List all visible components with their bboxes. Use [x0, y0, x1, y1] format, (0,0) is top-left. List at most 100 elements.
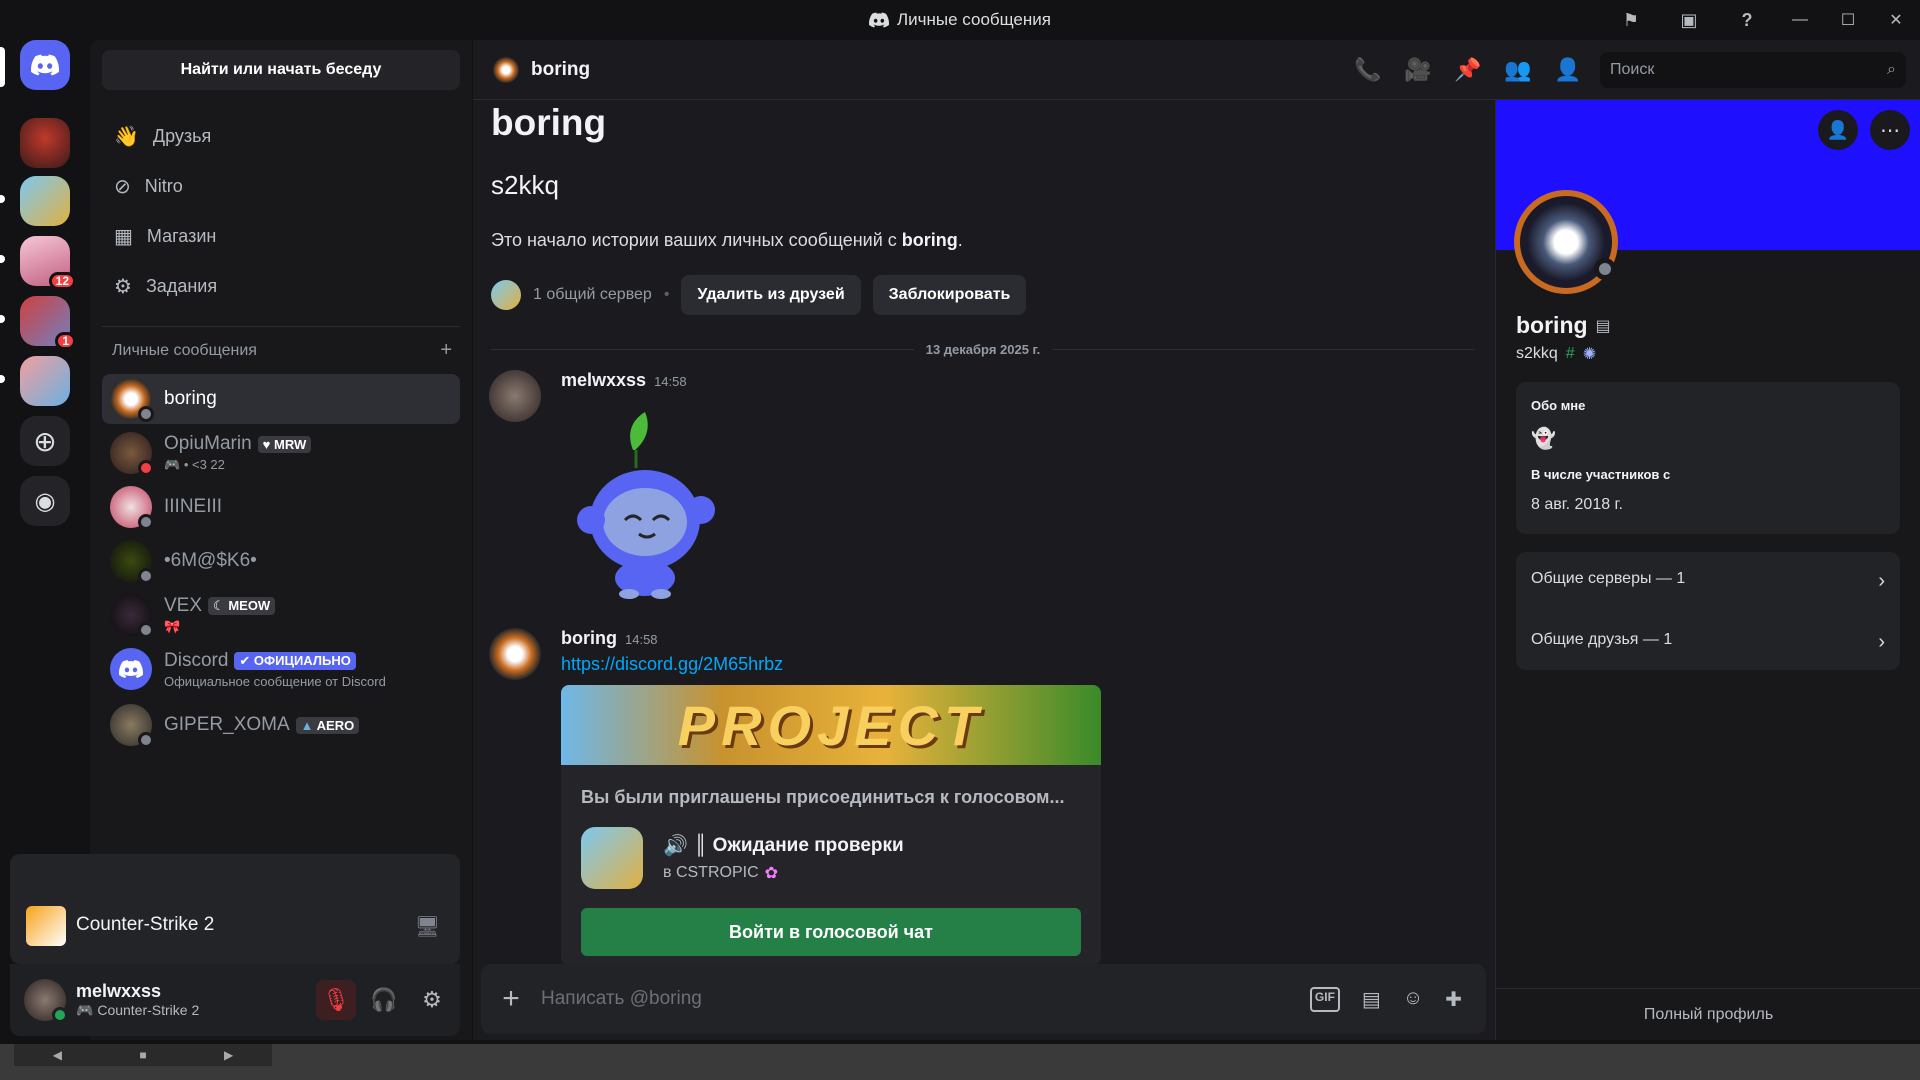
- intro-text-suffix: .: [957, 230, 963, 250]
- dm-item-vex[interactable]: VEX ☾ MEOW 🎀: [102, 590, 460, 640]
- dm-item-iiineiii[interactable]: IIINEIII: [102, 482, 460, 532]
- divider-line: [1052, 349, 1476, 350]
- add-server-button[interactable]: ⊕: [20, 416, 70, 466]
- mutual-server-count[interactable]: 1 общий сервер: [533, 286, 652, 304]
- search-input[interactable]: Поиск ⌕: [1600, 52, 1906, 88]
- intro-text: Это начало истории ваших личных сообщени…: [491, 230, 963, 251]
- server-icon-4[interactable]: 1: [20, 296, 76, 350]
- add-friend-icon[interactable]: 👤: [1818, 110, 1858, 150]
- avatar: [110, 378, 154, 422]
- nav-nitro[interactable]: ⊘ Nitro: [102, 164, 460, 208]
- server-icon-2[interactable]: [20, 176, 70, 226]
- mutual-friends-row[interactable]: Общие друзья — 1 ›: [1531, 631, 1885, 654]
- dm-item-opiumarin[interactable]: OpiuMarin ♥ MRW 🎮 • <3 22: [102, 428, 460, 478]
- add-friends-icon[interactable]: 👥: [1493, 50, 1543, 90]
- dm-sub: 🎀: [164, 619, 181, 634]
- close-button[interactable]: ✕: [1872, 0, 1920, 40]
- pin-icon[interactable]: 📌: [1443, 50, 1493, 90]
- header-actions: 📞 🎥 📌 👥 👤: [1343, 50, 1593, 90]
- boost-icon: ✿: [764, 865, 779, 882]
- invite-channel: 🔊 ║ Ожидание проверки: [663, 833, 904, 858]
- create-dm-button[interactable]: +: [440, 340, 452, 360]
- invite-link[interactable]: https://discord.gg/2M65hrbz: [561, 654, 783, 675]
- discover-icon[interactable]: ◉: [20, 476, 70, 526]
- official-tag: ✔ ОФИЦИАЛЬНО: [234, 651, 356, 670]
- server-icon-5[interactable]: [20, 356, 70, 406]
- deafen-button[interactable]: 🎧: [364, 980, 404, 1020]
- message-header: melwxxss 14:58: [561, 370, 687, 391]
- avatar: [110, 540, 154, 584]
- sticker-icon[interactable]: ▤: [1362, 987, 1381, 1012]
- remove-friend-button[interactable]: Удалить из друзей: [681, 275, 861, 315]
- emoji-icon[interactable]: ☺: [1403, 987, 1423, 1012]
- nav-shop[interactable]: ▦ Магазин: [102, 214, 460, 258]
- block-button[interactable]: Заблокировать: [872, 275, 1027, 315]
- message-avatar[interactable]: [489, 628, 541, 680]
- mutuals-card: Общие серверы — 1 › Общие друзья — 1 ›: [1516, 552, 1900, 670]
- join-voice-button[interactable]: Войти в голосовой чат: [581, 908, 1081, 956]
- username-text: s2kkq: [1516, 345, 1558, 362]
- shop-icon: ▦: [114, 225, 133, 248]
- window-title-text: Личные сообщения: [897, 10, 1051, 29]
- server-icon-1[interactable]: [20, 118, 70, 168]
- boost-badge-icon[interactable]: ✺: [1583, 344, 1596, 364]
- nav-quests[interactable]: ⚙ Задания: [102, 264, 460, 308]
- nav-friends[interactable]: 👋 Друзья: [102, 114, 460, 158]
- mute-mic-button[interactable]: 🎙: [316, 980, 356, 1020]
- inbox-icon[interactable]: ▣: [1660, 0, 1718, 40]
- gamepad-icon: 🎮: [76, 1002, 94, 1018]
- video-call-icon[interactable]: 🎥: [1393, 50, 1443, 90]
- header-title[interactable]: boring: [531, 59, 590, 81]
- server-icon-3[interactable]: 12: [20, 236, 76, 290]
- previous-icon[interactable]: ◀: [53, 1048, 62, 1062]
- invite-server-name: в CSTROPIC: [663, 864, 759, 881]
- upload-plus-button[interactable]: +: [481, 982, 541, 1016]
- activity-panel: Counter-Strike 2 🖥: [10, 854, 460, 964]
- speaker-icon: 🔊: [663, 835, 688, 857]
- dm-item-discord[interactable]: Discord ✔ ОФИЦИАЛЬНО Официальное сообщени…: [102, 644, 460, 694]
- full-profile-button[interactable]: Полный профиль: [1496, 1006, 1920, 1024]
- stream-icon[interactable]: 🖥: [415, 914, 440, 939]
- flag-icon[interactable]: ⚑: [1602, 0, 1660, 40]
- maximize-button[interactable]: ☐: [1824, 0, 1872, 40]
- discord-app: Личные сообщения ⚑ ▣ ? — ☐ ✕ 12 1 ⊕ ◉ На…: [0, 0, 1920, 1080]
- settings-gear-icon[interactable]: ⚙: [412, 980, 452, 1020]
- help-icon[interactable]: ?: [1718, 0, 1776, 40]
- apps-icon[interactable]: ✚: [1445, 987, 1462, 1012]
- dm-item-boring[interactable]: boring: [102, 374, 460, 424]
- more-options-icon[interactable]: ⋯: [1870, 110, 1910, 150]
- user-profile-icon[interactable]: 👤: [1543, 50, 1593, 90]
- message-header: boring 14:58: [561, 628, 658, 649]
- stop-icon[interactable]: ■: [139, 1048, 146, 1062]
- next-icon[interactable]: ▶: [224, 1048, 233, 1062]
- sticker-wumpus-icon: [577, 412, 715, 599]
- mutual-server-icon[interactable]: [491, 280, 521, 310]
- status-indicator: [138, 514, 154, 530]
- status-indicator: [52, 1007, 68, 1023]
- hypesquad-badge-icon[interactable]: #: [1566, 345, 1575, 363]
- message-author[interactable]: boring: [561, 628, 617, 649]
- find-conversation-button[interactable]: Найти или начать беседу: [102, 50, 460, 90]
- invite-embed: PROJECT Вы были приглашены присоединитьс…: [561, 685, 1101, 965]
- message-author[interactable]: melwxxss: [561, 370, 646, 391]
- note-icon[interactable]: ▤: [1596, 316, 1611, 336]
- intro-actions: 1 общий сервер • Удалить из друзей Забло…: [491, 275, 1027, 315]
- intro-title: boring: [491, 102, 607, 143]
- home-button[interactable]: [20, 40, 70, 90]
- search-icon: ⌕: [1887, 61, 1896, 78]
- minimize-button[interactable]: —: [1776, 0, 1824, 40]
- status-indicator: [138, 406, 154, 422]
- unread-pill: [0, 255, 5, 263]
- message-input[interactable]: Написать @boring: [541, 988, 1310, 1010]
- voice-call-icon[interactable]: 📞: [1343, 50, 1393, 90]
- gif-icon[interactable]: GIF: [1309, 986, 1340, 1012]
- user-avatar[interactable]: [24, 979, 68, 1023]
- invite-server: в CSTROPIC ✿: [663, 863, 778, 883]
- mutual-servers-row[interactable]: Общие серверы — 1 ›: [1531, 570, 1885, 593]
- dm-item-giper-xoma[interactable]: GIPER_XOMA ▲ AERO: [102, 700, 460, 750]
- clan-tag-text: AERO: [316, 717, 355, 733]
- message-avatar[interactable]: [489, 370, 541, 422]
- profile-avatar[interactable]: [1514, 190, 1618, 294]
- gamepad-icon: 🎮: [164, 457, 181, 472]
- dm-item-6mk6[interactable]: •6M@$K6•: [102, 536, 460, 586]
